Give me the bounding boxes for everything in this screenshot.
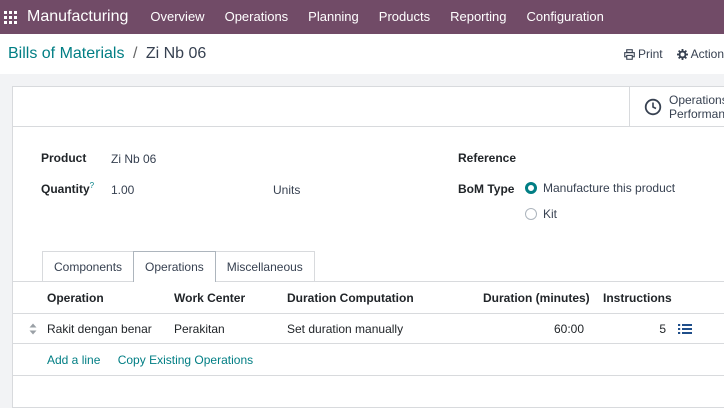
tab-components[interactable]: Components <box>42 251 135 281</box>
table-bottom-divider <box>13 375 724 376</box>
control-panel: Bills of Materials / Zi Nb 06 Print Acti… <box>0 34 724 74</box>
app-name[interactable]: Manufacturing <box>27 8 128 26</box>
smart-button-label: Operations Performance <box>669 93 724 121</box>
copy-existing-operations-link[interactable]: Copy Existing Operations <box>118 353 253 367</box>
menu-configuration[interactable]: Configuration <box>516 0 613 34</box>
breadcrumb-separator: / <box>132 45 138 62</box>
button-box: Operations Performance <box>13 87 724 127</box>
menu-reporting[interactable]: Reporting <box>440 0 516 34</box>
product-field[interactable]: Zi Nb 06 <box>111 152 156 166</box>
column-header-instructions[interactable]: Instructions <box>603 291 672 305</box>
table-row[interactable]: Rakit dengan benar Perakitan Set duratio… <box>13 314 724 344</box>
operations-performance-button[interactable]: Operations Performance <box>629 87 724 127</box>
radio-label: Kit <box>543 207 558 221</box>
menu-products[interactable]: Products <box>369 0 440 34</box>
form-sheet: Operations Performance Product Zi Nb 06 … <box>12 86 724 408</box>
list-icon[interactable] <box>678 323 692 335</box>
add-line-links: Add a line Copy Existing Operations <box>47 353 267 367</box>
cell-operation[interactable]: Rakit dengan benar <box>47 322 152 336</box>
column-header-duration[interactable]: Duration (minutes) <box>483 291 590 305</box>
menu-operations[interactable]: Operations <box>215 0 299 34</box>
tab-operations[interactable]: Operations <box>133 251 216 282</box>
column-header-duration-computation[interactable]: Duration Computation <box>287 291 414 305</box>
quantity-field[interactable]: 1.00 <box>111 183 134 197</box>
tab-miscellaneous[interactable]: Miscellaneous <box>214 251 315 281</box>
breadcrumb: Bills of Materials / Zi Nb 06 <box>8 45 206 63</box>
bom-type-kit-radio[interactable]: Kit <box>525 207 557 221</box>
top-navbar: Manufacturing Overview Operations Planni… <box>0 0 724 34</box>
reference-label: Reference <box>458 151 517 165</box>
cell-duration-computation[interactable]: Set duration manually <box>287 322 403 336</box>
radio-checked-icon <box>525 182 537 194</box>
quantity-uom: Units <box>273 183 301 197</box>
action-button[interactable]: Action <box>676 47 724 61</box>
quantity-help-icon[interactable]: ? <box>90 181 94 190</box>
product-label: Product <box>41 151 87 165</box>
quantity-label: Quantity? <box>41 181 95 196</box>
cell-duration[interactable]: 60:00 <box>554 322 584 336</box>
radio-label: Manufacture this product <box>543 181 676 195</box>
clock-icon <box>644 98 662 116</box>
record-actions: Print Action <box>624 47 724 61</box>
column-header-work-center[interactable]: Work Center <box>174 291 245 305</box>
print-icon <box>624 48 635 60</box>
add-a-line-link[interactable]: Add a line <box>47 353 100 367</box>
operations-table-header: Operation Work Center Duration Computati… <box>13 282 724 314</box>
notebook-tabs: Components Operations Miscellaneous <box>42 251 315 282</box>
print-label: Print <box>637 47 663 61</box>
column-header-operation[interactable]: Operation <box>47 291 104 305</box>
cell-instructions[interactable]: 5 <box>659 322 666 336</box>
bom-type-manufacture-radio[interactable]: Manufacture this product <box>525 181 675 195</box>
breadcrumb-parent-link[interactable]: Bills of Materials <box>8 45 124 62</box>
drag-handle-icon[interactable] <box>29 323 37 335</box>
print-button[interactable]: Print <box>624 47 663 61</box>
menu-planning[interactable]: Planning <box>298 0 369 34</box>
bom-type-label: BoM Type <box>458 182 515 196</box>
radio-unchecked-icon <box>525 208 537 220</box>
breadcrumb-current: Zi Nb 06 <box>145 45 207 62</box>
gear-icon <box>676 48 688 60</box>
action-label: Action <box>690 47 724 61</box>
cell-work-center[interactable]: Perakitan <box>174 322 225 336</box>
apps-menu-icon[interactable] <box>4 10 18 24</box>
menu-overview[interactable]: Overview <box>140 0 214 34</box>
